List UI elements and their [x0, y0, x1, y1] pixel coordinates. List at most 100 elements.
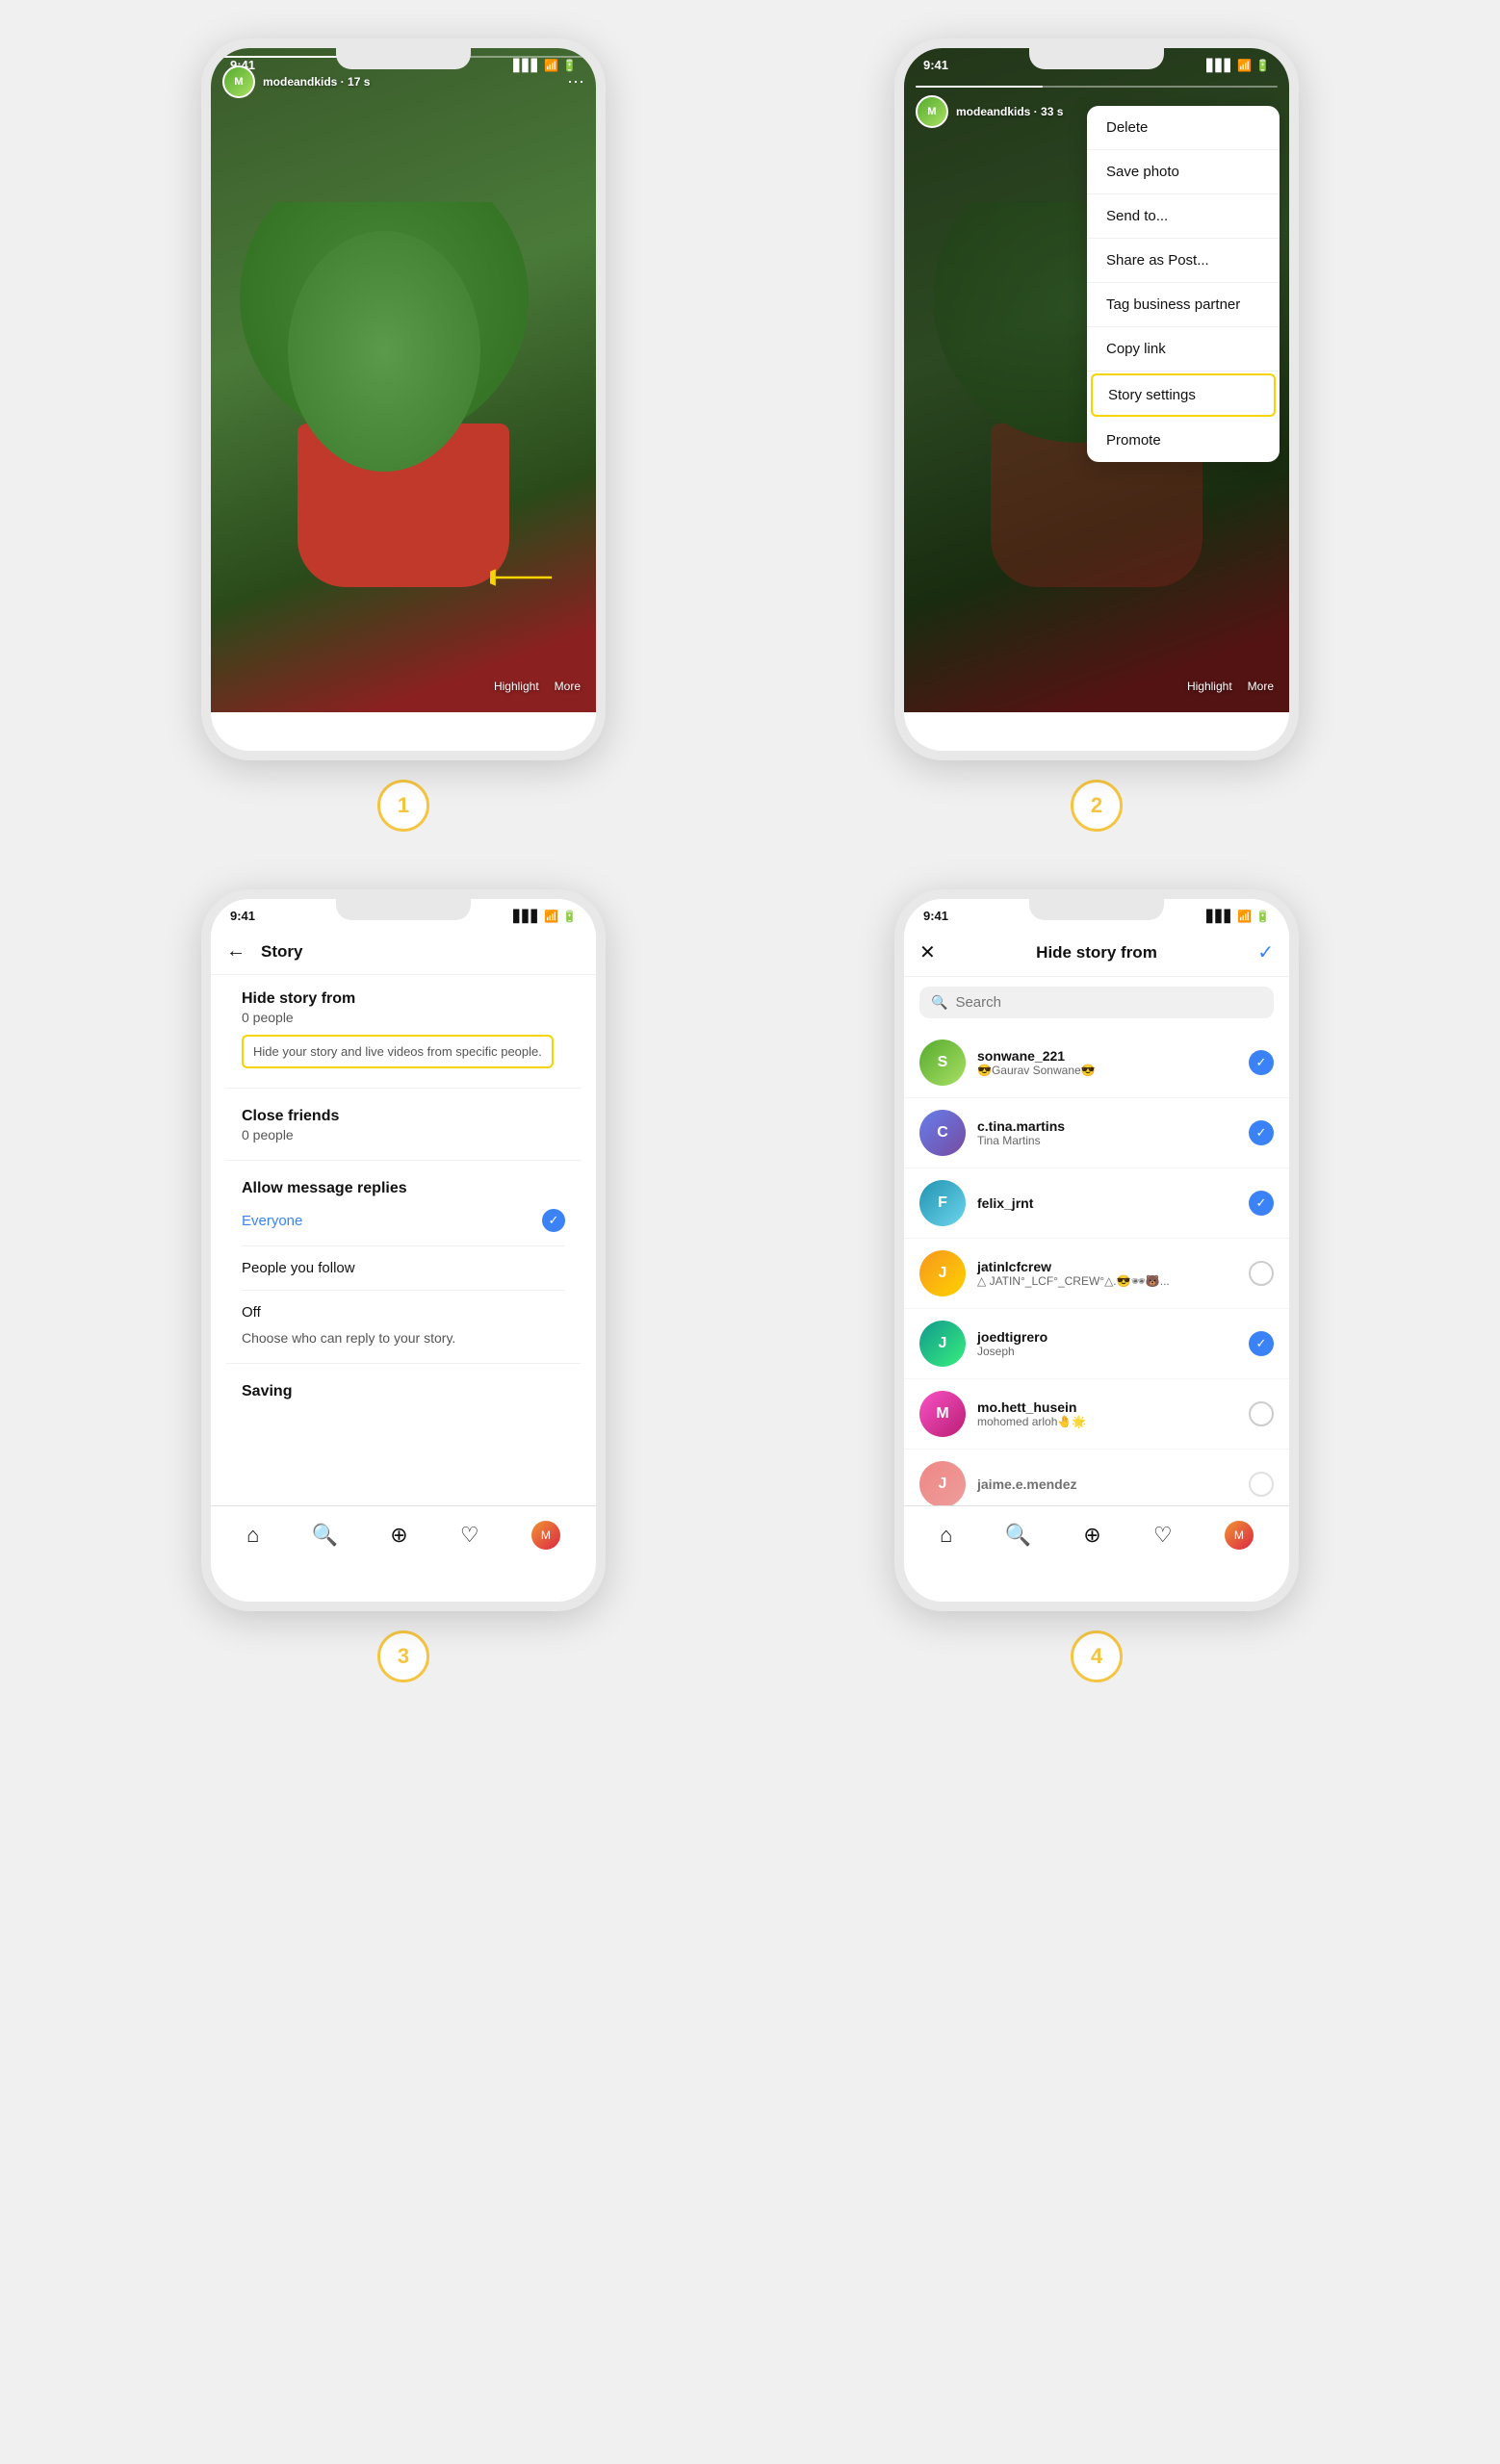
avatar-3: J [919, 1250, 966, 1296]
phone2-wrapper: 9:41 ▋▋▋ 📶 🔋 [769, 38, 1424, 832]
user-row-3[interactable]: J jatinlcfcrew △ JATIN°_LCF°_CREW°△.😎🕶🐻.… [904, 1239, 1289, 1309]
divider-1 [226, 1088, 581, 1089]
check-4[interactable]: ✓ [1249, 1331, 1274, 1356]
username-2: felix_jrnt [977, 1195, 1237, 1211]
saving-label: Saving [242, 1383, 565, 1400]
heart-icon-3[interactable]: ♡ [460, 1523, 479, 1548]
story-meta: modeandkids · 17 s [263, 73, 370, 90]
page-title-3: Story [261, 942, 302, 962]
home-icon-4[interactable]: ⌂ [940, 1523, 952, 1548]
username-1: c.tina.martins [977, 1118, 1237, 1134]
time-4: 9:41 [923, 909, 948, 923]
check-3[interactable] [1249, 1261, 1274, 1286]
status-icons-3: ▋▋▋ 📶 🔋 [513, 910, 577, 923]
close-button-4[interactable]: ✕ [919, 940, 936, 964]
battery-icon-3: 🔋 [562, 910, 577, 923]
user-info-5: mo.hett_husein mohomed arloh🤚🌟 [977, 1399, 1237, 1428]
user-row-1[interactable]: C c.tina.martins Tina Martins ✓ [904, 1098, 1289, 1168]
search-icon-3[interactable]: 🔍 [312, 1523, 338, 1548]
status-icons-2: ▋▋▋ 📶 🔋 [1206, 59, 1270, 72]
check-1[interactable]: ✓ [1249, 1120, 1274, 1145]
story-bottom-2: Highlight More [904, 680, 1289, 693]
check-6[interactable] [1249, 1472, 1274, 1497]
notch2 [1029, 48, 1164, 69]
menu-share-post[interactable]: Share as Post... [1087, 239, 1280, 283]
phone1: 9:41 ▋▋▋ 📶 🔋 M modeandkids · 17 s [201, 38, 606, 760]
back-button[interactable]: ← [226, 940, 246, 962]
phone2: 9:41 ▋▋▋ 📶 🔋 [894, 38, 1299, 760]
off-row[interactable]: Off [242, 1295, 565, 1330]
hide-story-count: 0 people [242, 1010, 565, 1025]
user-row-5[interactable]: M mo.hett_husein mohomed arloh🤚🌟 [904, 1379, 1289, 1450]
user-row-2[interactable]: F felix_jrnt ✓ [904, 1168, 1289, 1239]
check-0[interactable]: ✓ [1249, 1050, 1274, 1075]
user-sub-0: 😎Gaurav Sonwane😎 [977, 1064, 1237, 1077]
avatar-0: S [919, 1040, 966, 1086]
yellow-arrow-1 [490, 568, 557, 587]
add-icon-3[interactable]: ⊕ [390, 1523, 407, 1548]
menu-copy-link[interactable]: Copy link [1087, 327, 1280, 372]
phone2-screen: 9:41 ▋▋▋ 📶 🔋 [904, 48, 1289, 712]
highlight-btn[interactable]: Highlight [494, 680, 539, 693]
avatar-1: C [919, 1110, 966, 1156]
confirm-button-4[interactable]: ✓ [1257, 940, 1274, 964]
time-3: 9:41 [230, 909, 255, 923]
search-icon-4b[interactable]: 🔍 [1005, 1523, 1031, 1548]
divider-2 [226, 1160, 581, 1161]
story-user-row: M modeandkids · 17 s ⋯ [222, 65, 584, 98]
phone4-screen: 9:41 ▋▋▋ 📶 🔋 ✕ Hide story from ✓ 🔍 [904, 899, 1289, 1563]
menu-save-photo[interactable]: Save photo [1087, 150, 1280, 194]
menu-promote[interactable]: Promote [1087, 419, 1280, 462]
menu-story-settings[interactable]: Story settings [1091, 373, 1276, 417]
divider-4 [242, 1290, 565, 1291]
phone1-wrapper: 9:41 ▋▋▋ 📶 🔋 M modeandkids · 17 s [76, 38, 731, 832]
home-icon-3[interactable]: ⌂ [246, 1523, 259, 1548]
profile-icon-4[interactable]: M [1225, 1521, 1254, 1550]
hide-story-desc-box[interactable]: Hide your story and live videos from spe… [242, 1035, 554, 1068]
step-1: 1 [377, 780, 429, 832]
more-dots-2[interactable]: ⋯ [1260, 102, 1278, 122]
context-menu: Delete Save photo Send to... Share as Po… [1087, 106, 1280, 462]
wifi-icon-4: 📶 [1237, 910, 1252, 923]
notch4 [1029, 899, 1164, 920]
user-sub-3: △ JATIN°_LCF°_CREW°△.😎🕶🐻... [977, 1274, 1237, 1288]
check-5[interactable] [1249, 1401, 1274, 1426]
username-3: jatinlcfcrew [977, 1259, 1237, 1274]
hide-story-label: Hide story from [242, 990, 565, 1008]
settings-scroll: Hide story from 0 people Hide your story… [211, 975, 596, 1514]
search-input-4[interactable] [955, 994, 1262, 1011]
follow-row[interactable]: People you follow [242, 1250, 565, 1286]
username-5: mo.hett_husein [977, 1399, 1237, 1415]
check-2[interactable]: ✓ [1249, 1191, 1274, 1216]
story-username-2: modeandkids · 33 s [956, 105, 1063, 118]
wifi-icon-3: 📶 [544, 910, 558, 923]
avatar-5: M [919, 1391, 966, 1437]
profile-icon-3[interactable]: M [531, 1521, 560, 1550]
plant-bg [211, 202, 596, 664]
off-label: Off [242, 1304, 261, 1321]
add-icon-4[interactable]: ⊕ [1083, 1523, 1100, 1548]
search-icon-4: 🔍 [931, 994, 947, 1011]
status-icons-4: ▋▋▋ 📶 🔋 [1206, 910, 1270, 923]
user-list-4: S sonwane_221 😎Gaurav Sonwane😎 ✓ C c.tin… [904, 1028, 1289, 1520]
wifi-icon-2: 📶 [1237, 59, 1252, 72]
user-info-1: c.tina.martins Tina Martins [977, 1118, 1237, 1147]
user-info-6: jaime.e.mendez [977, 1476, 1237, 1492]
user-row-4[interactable]: J joedtigrero Joseph ✓ [904, 1309, 1289, 1379]
menu-tag-partner[interactable]: Tag business partner [1087, 283, 1280, 327]
more-dots-1[interactable]: ⋯ [567, 72, 584, 92]
user-info-2: felix_jrnt [977, 1195, 1237, 1211]
user-row-0[interactable]: S sonwane_221 😎Gaurav Sonwane😎 ✓ [904, 1028, 1289, 1098]
search-bar-4[interactable]: 🔍 [919, 987, 1274, 1018]
heart-icon-4[interactable]: ♡ [1153, 1523, 1173, 1548]
divider-5 [226, 1363, 581, 1364]
phone4: 9:41 ▋▋▋ 📶 🔋 ✕ Hide story from ✓ 🔍 [894, 889, 1299, 1611]
step-4: 4 [1071, 1630, 1123, 1682]
highlight-btn-2[interactable]: Highlight [1187, 680, 1232, 693]
more-btn-2[interactable]: More [1248, 680, 1274, 693]
signal-icon-4: ▋▋▋ [1206, 910, 1233, 923]
menu-send-to[interactable]: Send to... [1087, 194, 1280, 239]
off-desc: Choose who can reply to your story. [242, 1330, 565, 1346]
more-btn[interactable]: More [555, 680, 581, 693]
everyone-row[interactable]: Everyone ✓ [242, 1199, 565, 1242]
